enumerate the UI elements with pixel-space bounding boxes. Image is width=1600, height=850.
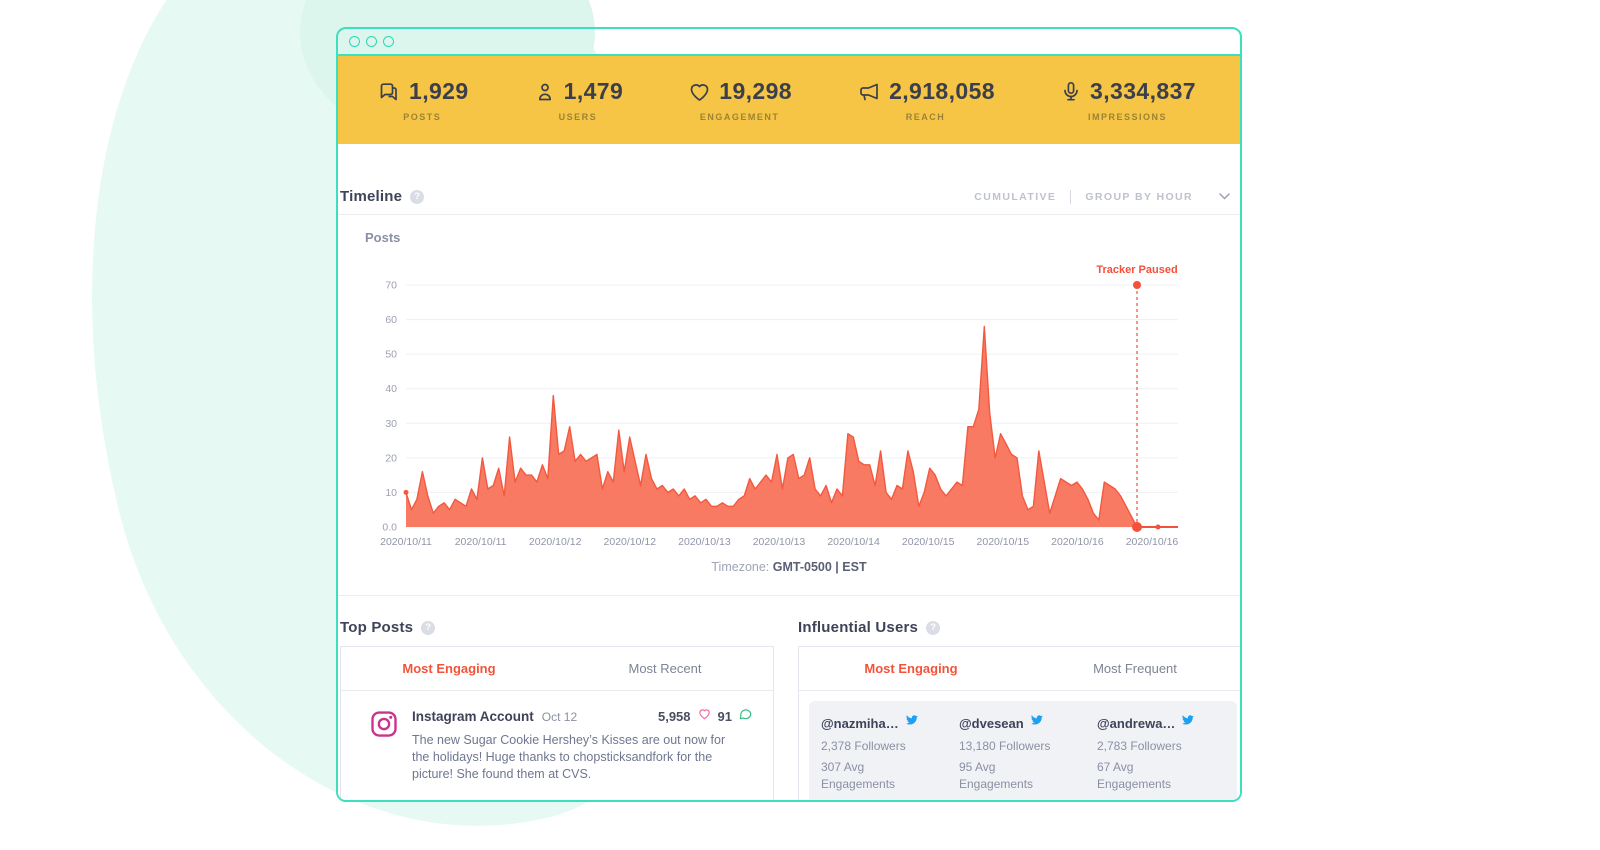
post-likes-count: 5,958 [657,709,691,724]
stat-value: 2,918,058 [889,78,995,104]
microphone-icon [1059,80,1083,104]
help-icon[interactable]: ? [421,620,436,635]
influential-user[interactable]: @dvesean 13,180 Followers 95 Avg Engagem… [959,715,1087,800]
stat-reach: 2,918,058 REACH [856,78,995,122]
help-icon[interactable]: ? [926,620,941,635]
stat-posts: 1,929 POSTS [376,78,469,122]
browser-window: 1,929 POSTS 1,479 USERS 19,298 ENGAGEMEN… [336,27,1242,802]
user-avg-engagements: 95 Avg Engagements [959,760,1034,791]
svg-text:2020/10/15: 2020/10/15 [977,536,1030,548]
svg-text:40: 40 [385,383,397,395]
heart-icon [687,80,712,104]
cumulative-toggle[interactable]: CUMULATIVE [974,191,1056,203]
influential-user[interactable]: @nazmiha… 2,378 Followers 307 Avg Engage… [821,715,949,800]
megaphone-icon [856,80,882,104]
svg-text:2020/10/13: 2020/10/13 [753,536,806,548]
svg-text:2020/10/14: 2020/10/14 [827,536,880,548]
svg-text:2020/10/16: 2020/10/16 [1126,536,1179,548]
svg-text:70: 70 [385,280,397,292]
timezone-value: GMT-0500 | EST [772,560,867,574]
post-date: Oct 12 [541,710,578,724]
stat-label: ENGAGEMENT [699,112,780,122]
comment-bubble-icon [738,707,753,726]
stat-users: 1,479 USERS [533,78,624,122]
group-by-hour-dropdown[interactable]: GROUP BY HOUR [1085,191,1193,203]
user-handle[interactable]: @dvesean [959,716,1024,731]
heart-icon [697,707,712,726]
post-comments-count: 91 [717,709,732,724]
svg-text:2020/10/15: 2020/10/15 [902,536,955,548]
user-followers: 2,378 Followers [821,739,906,753]
svg-text:20: 20 [385,452,397,464]
top-posts-title: Top Posts [340,619,414,636]
twitter-icon [1030,715,1043,725]
traffic-light-icon[interactable] [383,36,394,47]
influential-users-section: Influential Users ? Most Engaging Most F… [798,619,1240,800]
user-handle[interactable]: @andrewa… [1097,716,1175,731]
tab-most-frequent[interactable]: Most Frequent [1023,647,1240,690]
stat-value: 1,929 [409,78,469,104]
svg-text:2020/10/16: 2020/10/16 [1051,536,1104,548]
twitter-icon [1182,715,1195,725]
divider [338,595,1240,596]
svg-text:2020/10/12: 2020/10/12 [604,536,657,548]
svg-text:2020/10/12: 2020/10/12 [529,536,582,548]
summary-stats-bar: 1,929 POSTS 1,479 USERS 19,298 ENGAGEMEN… [338,56,1240,144]
timeline-chart[interactable]: 0.0 10 20 30 40 50 60 70 2020/10/11 2020/10/11 202… [348,257,1228,557]
stat-engagement: 19,298 ENGAGEMENT [687,78,792,122]
svg-text:2020/10/13: 2020/10/13 [678,536,731,548]
window-content: 1,929 POSTS 1,479 USERS 19,298 ENGAGEMEN… [338,56,1240,800]
traffic-light-icon[interactable] [349,36,360,47]
svg-text:60: 60 [385,314,397,326]
stat-label: REACH [905,112,946,122]
traffic-light-icon[interactable] [366,36,377,47]
stat-value: 1,479 [563,78,624,104]
timeline-header: Timeline ? CUMULATIVE GROUP BY HOUR [338,188,1240,205]
chart-y-axis-title: Posts [365,230,401,245]
stat-label: POSTS [403,112,442,122]
post-text: The new Sugar Cookie Hershey’s Kisses ar… [412,733,726,781]
svg-text:30: 30 [385,418,397,430]
timeline-title: Timeline [340,188,403,205]
page-background: 1,929 POSTS 1,479 USERS 19,298 ENGAGEMEN… [0,0,1600,850]
user-followers: 2,783 Followers [1097,739,1182,753]
top-posts-section: Top Posts ? Most Engaging Most Recent In… [340,619,774,800]
twitter-icon [905,715,918,725]
influential-user[interactable]: @andrewa… 2,783 Followers 67 Avg Engagem… [1097,715,1225,800]
svg-text:50: 50 [385,349,397,361]
chat-bubbles-icon [376,80,402,104]
user-handle[interactable]: @nazmiha… [821,716,899,731]
user-avg-engagements: 307 Avg Engagements [821,760,896,791]
user-icon [533,80,557,104]
svg-text:2020/10/11: 2020/10/11 [380,536,432,548]
divider [338,214,1240,215]
stat-label: USERS [558,112,598,122]
timezone-prefix: Timezone: [711,560,770,574]
tab-most-engaging[interactable]: Most Engaging [341,647,557,690]
timezone-note: Timezone: GMT-0500 | EST [338,560,1240,574]
influential-users-panel: @nazmiha… 2,378 Followers 307 Avg Engage… [809,701,1237,800]
svg-text:0.0: 0.0 [382,522,397,534]
window-titlebar [338,29,1240,56]
post-account-name[interactable]: Instagram Account [412,709,534,724]
top-post-item[interactable]: Instagram Account Oct 12 5,958 91 The ne… [341,691,773,783]
tab-most-recent[interactable]: Most Recent [557,647,773,690]
stat-value: 3,334,837 [1090,78,1196,104]
stat-impressions: 3,334,837 IMPRESSIONS [1059,78,1196,122]
user-followers: 13,180 Followers [959,739,1051,753]
help-icon[interactable]: ? [410,189,425,204]
stat-label: IMPRESSIONS [1088,112,1168,122]
controls-divider [1070,189,1072,204]
tab-most-engaging[interactable]: Most Engaging [799,647,1023,690]
influential-users-card: Most Engaging Most Frequent @nazmiha… 2,… [798,646,1240,800]
influential-users-title: Influential Users [798,619,919,636]
top-posts-card: Most Engaging Most Recent Instagram Acco… [340,646,774,800]
instagram-icon [369,709,399,783]
user-avg-engagements: 67 Avg Engagements [1097,760,1172,791]
stat-value: 19,298 [719,78,792,104]
svg-text:10: 10 [385,487,397,499]
svg-text:Tracker Paused: Tracker Paused [1096,264,1177,276]
svg-text:2020/10/11: 2020/10/11 [455,536,507,548]
chevron-down-icon[interactable] [1219,193,1230,200]
